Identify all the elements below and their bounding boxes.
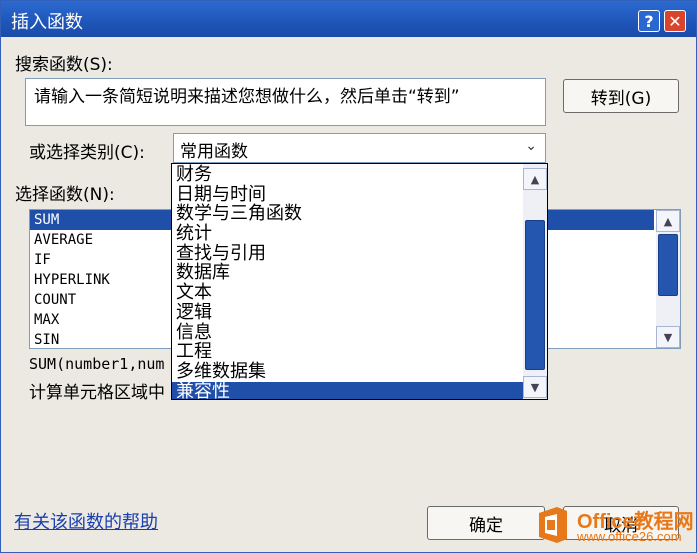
category-option[interactable]: 数学与三角函数 <box>172 204 524 224</box>
category-option[interactable]: 信息 <box>172 323 524 343</box>
chevron-down-icon[interactable]: ⌄ <box>525 138 537 154</box>
function-help-link[interactable]: 有关该函数的帮助 <box>14 508 158 534</box>
search-label: 搜索函数(S): <box>15 55 113 75</box>
insert-function-dialog: 插入函数 ? ✕ 搜索函数(S): 请输入一条简短说明来描述您想做什么，然后单击… <box>0 0 697 553</box>
scroll-thumb[interactable] <box>525 220 545 370</box>
category-option[interactable]: 统计 <box>172 224 524 244</box>
category-option[interactable]: 逻辑 <box>172 303 524 323</box>
category-option[interactable]: 查找与引用 <box>172 244 524 264</box>
help-icon[interactable]: ? <box>638 10 660 32</box>
watermark-line2: www.office26.com <box>577 529 682 544</box>
goto-button[interactable]: 转到(G) <box>563 79 679 113</box>
close-icon[interactable]: ✕ <box>664 10 686 32</box>
scroll-up-icon[interactable]: ▲ <box>656 210 680 232</box>
category-option[interactable]: 多维数据集 <box>172 362 524 382</box>
function-list-label: 选择函数(N): <box>15 185 115 205</box>
category-selected-value: 常用函数 <box>180 142 248 162</box>
scroll-down-icon[interactable]: ▼ <box>523 376 547 398</box>
function-description: 计算单元格区域中 <box>29 383 165 403</box>
category-select[interactable]: 常用函数 ⌄ <box>173 133 546 163</box>
category-option[interactable]: 日期与时间 <box>172 185 524 205</box>
scroll-up-icon[interactable]: ▲ <box>523 168 547 190</box>
category-option[interactable]: 文本 <box>172 283 524 303</box>
office26-watermark: Office教程网 www.office26.com <box>531 501 696 549</box>
dialog-title: 插入函数 <box>11 12 83 33</box>
search-input[interactable]: 请输入一条简短说明来描述您想做什么，然后单击“转到” <box>25 78 546 126</box>
category-option[interactable]: 工程 <box>172 342 524 362</box>
office-logo-icon <box>539 507 567 543</box>
function-syntax: SUM(number1,num <box>29 355 165 373</box>
category-label: 或选择类别(C): <box>29 143 145 163</box>
dropdown-scrollbar[interactable]: ▲ ▼ <box>523 164 547 399</box>
category-option[interactable]: 兼容性 <box>172 381 524 399</box>
ok-button[interactable]: 确定 <box>427 506 545 540</box>
scroll-down-icon[interactable]: ▼ <box>656 326 680 348</box>
function-list-scrollbar[interactable]: ▲ ▼ <box>656 210 680 348</box>
category-option[interactable]: 数据库 <box>172 263 524 283</box>
category-option[interactable]: 财务 <box>172 165 524 185</box>
title-bar[interactable]: 插入函数 ? ✕ <box>1 1 696 37</box>
scroll-thumb[interactable] <box>658 234 678 296</box>
category-dropdown-list[interactable]: 财务 日期与时间 数学与三角函数 统计 查找与引用 数据库 文本 逻辑 信息 工程 多维数据集 兼容性… <box>171 163 548 400</box>
